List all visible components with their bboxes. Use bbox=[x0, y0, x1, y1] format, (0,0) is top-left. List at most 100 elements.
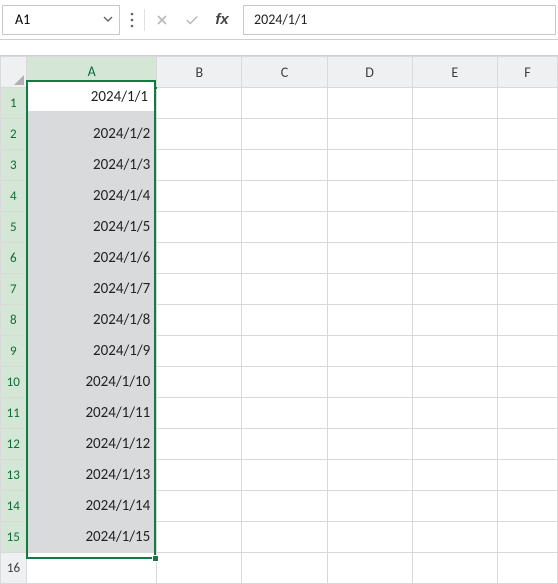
cell-E9[interactable] bbox=[412, 336, 497, 367]
cell-F3[interactable] bbox=[497, 150, 557, 181]
row-header-5[interactable]: 5 bbox=[1, 212, 27, 243]
fill-handle[interactable] bbox=[152, 555, 159, 562]
cell-E1[interactable] bbox=[412, 88, 497, 119]
cell-D7[interactable] bbox=[327, 274, 412, 305]
cell-F9[interactable] bbox=[497, 336, 557, 367]
cell-F11[interactable] bbox=[497, 398, 557, 429]
cell-F7[interactable] bbox=[497, 274, 557, 305]
column-header-E[interactable]: E bbox=[412, 57, 497, 88]
cell-F8[interactable] bbox=[497, 305, 557, 336]
cell-A9[interactable]: 2024/1/9 bbox=[27, 336, 157, 367]
cell-F2[interactable] bbox=[497, 119, 557, 150]
cell-F15[interactable] bbox=[497, 522, 557, 553]
cell-E11[interactable] bbox=[412, 398, 497, 429]
cell-C8[interactable] bbox=[242, 305, 327, 336]
row-header-13[interactable]: 13 bbox=[1, 460, 27, 491]
chevron-down-icon[interactable] bbox=[103, 11, 113, 28]
cell-B1[interactable] bbox=[157, 88, 242, 119]
row-header-2[interactable]: 2 bbox=[1, 119, 27, 150]
cell-D3[interactable] bbox=[327, 150, 412, 181]
cell-E6[interactable] bbox=[412, 243, 497, 274]
row-header-14[interactable]: 14 bbox=[1, 491, 27, 522]
cell-D16[interactable] bbox=[327, 553, 412, 584]
column-header-C[interactable]: C bbox=[242, 57, 327, 88]
cell-B8[interactable] bbox=[157, 305, 242, 336]
cell-A2[interactable]: 2024/1/2 bbox=[27, 119, 157, 150]
cell-C14[interactable] bbox=[242, 491, 327, 522]
cell-E12[interactable] bbox=[412, 429, 497, 460]
row-header-11[interactable]: 11 bbox=[1, 398, 27, 429]
cell-F1[interactable] bbox=[497, 88, 557, 119]
cell-B6[interactable] bbox=[157, 243, 242, 274]
name-box[interactable] bbox=[2, 5, 120, 35]
cell-F16[interactable] bbox=[497, 553, 557, 584]
vertical-dots-icon[interactable] bbox=[124, 5, 140, 35]
cell-C12[interactable] bbox=[242, 429, 327, 460]
enter-icon[interactable] bbox=[179, 5, 205, 35]
cell-F5[interactable] bbox=[497, 212, 557, 243]
cell-B7[interactable] bbox=[157, 274, 242, 305]
column-header-F[interactable]: F bbox=[497, 57, 557, 88]
cell-D1[interactable] bbox=[327, 88, 412, 119]
cell-D12[interactable] bbox=[327, 429, 412, 460]
cancel-icon[interactable] bbox=[149, 5, 175, 35]
cell-A16[interactable] bbox=[27, 553, 157, 584]
cell-E13[interactable] bbox=[412, 460, 497, 491]
row-header-7[interactable]: 7 bbox=[1, 274, 27, 305]
cell-F10[interactable] bbox=[497, 367, 557, 398]
cell-E10[interactable] bbox=[412, 367, 497, 398]
select-all-corner[interactable] bbox=[1, 57, 27, 88]
cell-C16[interactable] bbox=[242, 553, 327, 584]
cell-D13[interactable] bbox=[327, 460, 412, 491]
formula-input[interactable] bbox=[243, 5, 556, 35]
cell-D15[interactable] bbox=[327, 522, 412, 553]
cell-C7[interactable] bbox=[242, 274, 327, 305]
spreadsheet-grid[interactable]: A B C D E F 12024/1/122024/1/232024/1/34… bbox=[0, 56, 558, 584]
column-header-B[interactable]: B bbox=[157, 57, 242, 88]
row-header-10[interactable]: 10 bbox=[1, 367, 27, 398]
row-header-8[interactable]: 8 bbox=[1, 305, 27, 336]
cell-A14[interactable]: 2024/1/14 bbox=[27, 491, 157, 522]
cell-A10[interactable]: 2024/1/10 bbox=[27, 367, 157, 398]
cell-D9[interactable] bbox=[327, 336, 412, 367]
cell-E4[interactable] bbox=[412, 181, 497, 212]
cell-F12[interactable] bbox=[497, 429, 557, 460]
cell-F13[interactable] bbox=[497, 460, 557, 491]
insert-function-icon[interactable]: fx bbox=[209, 5, 235, 35]
cell-F6[interactable] bbox=[497, 243, 557, 274]
row-header-6[interactable]: 6 bbox=[1, 243, 27, 274]
cell-C6[interactable] bbox=[242, 243, 327, 274]
cell-E3[interactable] bbox=[412, 150, 497, 181]
cell-A4[interactable]: 2024/1/4 bbox=[27, 181, 157, 212]
row-header-9[interactable]: 9 bbox=[1, 336, 27, 367]
cell-C11[interactable] bbox=[242, 398, 327, 429]
cell-D8[interactable] bbox=[327, 305, 412, 336]
row-header-3[interactable]: 3 bbox=[1, 150, 27, 181]
name-box-input[interactable] bbox=[13, 10, 83, 29]
cell-C1[interactable] bbox=[242, 88, 327, 119]
row-header-12[interactable]: 12 bbox=[1, 429, 27, 460]
cell-D5[interactable] bbox=[327, 212, 412, 243]
cell-A11[interactable]: 2024/1/11 bbox=[27, 398, 157, 429]
cell-D10[interactable] bbox=[327, 367, 412, 398]
cell-D2[interactable] bbox=[327, 119, 412, 150]
row-header-15[interactable]: 15 bbox=[1, 522, 27, 553]
column-header-D[interactable]: D bbox=[327, 57, 412, 88]
cell-A5[interactable]: 2024/1/5 bbox=[27, 212, 157, 243]
cell-A12[interactable]: 2024/1/12 bbox=[27, 429, 157, 460]
cell-B9[interactable] bbox=[157, 336, 242, 367]
cell-C3[interactable] bbox=[242, 150, 327, 181]
cell-B4[interactable] bbox=[157, 181, 242, 212]
cell-E16[interactable] bbox=[412, 553, 497, 584]
cell-C13[interactable] bbox=[242, 460, 327, 491]
cell-B16[interactable] bbox=[157, 553, 242, 584]
cell-B10[interactable] bbox=[157, 367, 242, 398]
cell-D11[interactable] bbox=[327, 398, 412, 429]
row-header-4[interactable]: 4 bbox=[1, 181, 27, 212]
cell-C9[interactable] bbox=[242, 336, 327, 367]
row-header-1[interactable]: 1 bbox=[1, 88, 27, 119]
cell-B14[interactable] bbox=[157, 491, 242, 522]
cell-B2[interactable] bbox=[157, 119, 242, 150]
cell-D6[interactable] bbox=[327, 243, 412, 274]
cell-A7[interactable]: 2024/1/7 bbox=[27, 274, 157, 305]
